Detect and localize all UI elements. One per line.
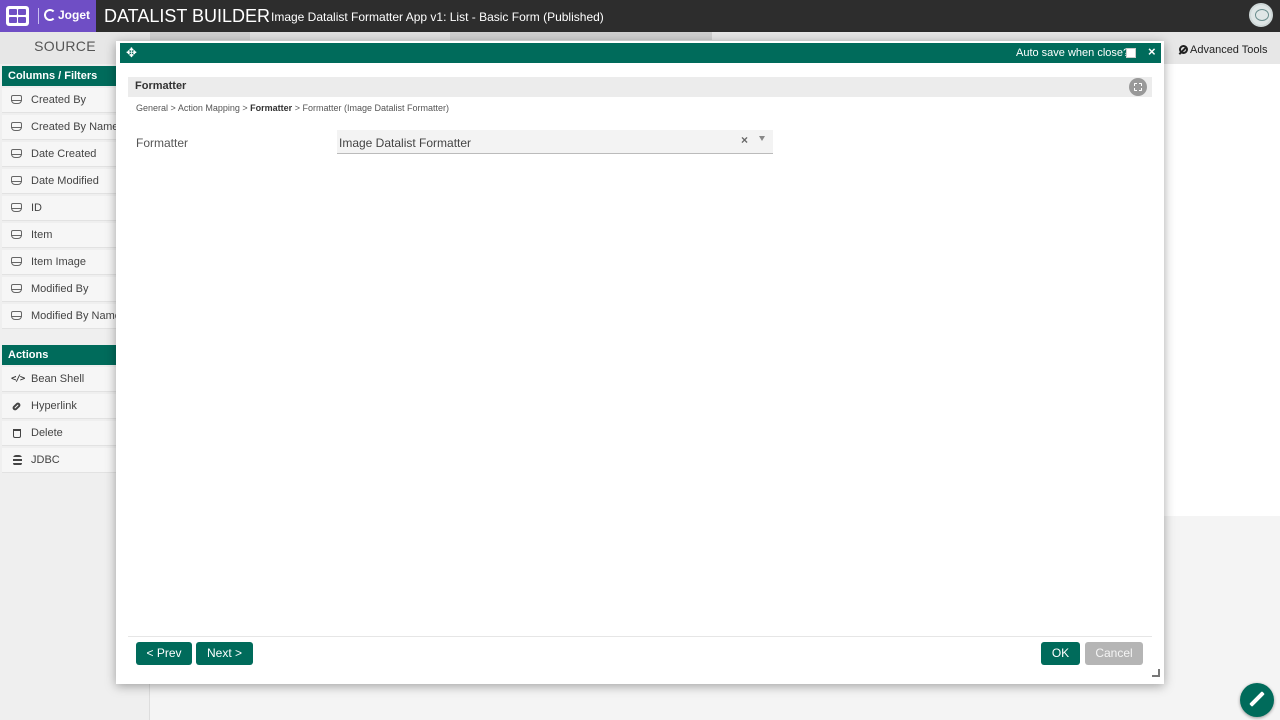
brand-area: Joget xyxy=(0,0,96,32)
palette-item-label: Bean Shell xyxy=(31,373,85,385)
edit-fab-button[interactable] xyxy=(1240,683,1274,717)
clear-selection-icon[interactable]: × xyxy=(741,133,748,147)
palette-item-label: Item xyxy=(31,229,53,241)
formatter-select-value: Image Datalist Formatter xyxy=(339,136,472,150)
canvas-panel xyxy=(1164,64,1280,516)
palette-action-hyperlink[interactable]: Hyperlink xyxy=(2,394,116,419)
column-icon xyxy=(11,284,22,293)
palette-item-label: Created By xyxy=(31,94,87,106)
tab-source[interactable]: SOURCE xyxy=(0,32,130,60)
footer-divider xyxy=(128,636,1152,637)
palette-item-item-image[interactable]: Item Image xyxy=(2,250,116,275)
brand-divider xyxy=(38,8,39,24)
brand-logo-text: Joget xyxy=(58,8,91,22)
palette-item-created-by-name[interactable]: Created By Name xyxy=(2,115,116,140)
panel-header: Formatter xyxy=(128,77,1152,97)
actions-heading: Actions xyxy=(2,345,116,365)
palette-item-created-by[interactable]: Created By xyxy=(2,88,116,113)
tab-strip xyxy=(150,32,712,40)
close-icon[interactable]: × xyxy=(1148,44,1156,60)
palette-action-jdbc[interactable]: JDBC xyxy=(2,448,116,473)
palette-item-label: Delete xyxy=(31,427,63,439)
resize-handle-icon[interactable] xyxy=(1152,669,1160,677)
panel-title: Formatter xyxy=(135,80,187,92)
breadcrumb-separator: > xyxy=(294,103,300,113)
column-icon xyxy=(11,149,22,158)
formatter-select[interactable]: Image Datalist Formatter × xyxy=(337,130,773,154)
palette-action-bean-shell[interactable]: </> Bean Shell xyxy=(2,367,116,392)
palette-item-modified-by[interactable]: Modified By xyxy=(2,277,116,302)
fullscreen-icon[interactable] xyxy=(1129,78,1147,96)
palette-item-id[interactable]: ID xyxy=(2,196,116,221)
palette-item-date-created[interactable]: Date Created xyxy=(2,142,116,167)
palette-item-label: Date Created xyxy=(31,148,97,160)
breadcrumb-item-general[interactable]: General xyxy=(136,103,168,113)
autosave-checkbox[interactable] xyxy=(1126,48,1136,58)
trash-icon xyxy=(13,429,21,438)
breadcrumb-item-formatter-detail[interactable]: Formatter (Image Datalist Formatter) xyxy=(302,103,449,113)
formatter-field-label: Formatter xyxy=(136,136,189,150)
autosave-label: Auto save when close? xyxy=(1016,47,1130,59)
palette-item-label: Date Modified xyxy=(31,175,99,187)
advanced-tools-link[interactable]: Advanced Tools xyxy=(1178,44,1267,56)
wrench-icon xyxy=(1178,44,1188,55)
app-grid-icon[interactable] xyxy=(6,6,29,26)
columns-heading: Columns / Filters xyxy=(2,66,116,86)
column-icon xyxy=(11,230,22,239)
cancel-button[interactable]: Cancel xyxy=(1085,642,1143,665)
user-avatar[interactable] xyxy=(1249,3,1273,27)
app-subtitle: Image Datalist Formatter App v1: List - … xyxy=(271,10,604,24)
link-icon xyxy=(11,401,22,412)
chevron-down-icon[interactable] xyxy=(759,136,765,141)
breadcrumb-separator: > xyxy=(242,103,248,113)
breadcrumb-item-action-mapping[interactable]: Action Mapping xyxy=(178,103,240,113)
joget-logo-icon xyxy=(44,9,56,21)
column-icon xyxy=(11,203,22,212)
ok-button[interactable]: OK xyxy=(1041,642,1080,665)
joget-logo[interactable]: Joget xyxy=(44,8,90,22)
column-icon xyxy=(11,95,22,104)
dialog-title-bar[interactable]: ✥ Auto save when close? × xyxy=(120,43,1161,63)
palette-item-label: Modified By xyxy=(31,283,89,295)
palette-item-label: Modified By Name xyxy=(31,310,116,322)
builder-title: DATALIST BUILDER xyxy=(104,6,271,26)
palette-item-label: JDBC xyxy=(31,454,60,466)
palette-item-modified-by-name[interactable]: Modified By Name xyxy=(2,304,116,329)
advanced-tools-label: Advanced Tools xyxy=(1190,44,1268,56)
palette-item-label: Hyperlink xyxy=(31,400,77,412)
breadcrumb-separator: > xyxy=(170,103,176,113)
breadcrumb-item-formatter[interactable]: Formatter xyxy=(250,103,292,113)
code-icon: </> xyxy=(11,374,25,384)
palette-item-label: ID xyxy=(31,202,42,214)
properties-dialog: ✥ Auto save when close? × Formatter Gene… xyxy=(116,41,1164,684)
top-bar: Joget DATALIST BUILDER Image Datalist Fo… xyxy=(0,0,1280,32)
prev-button[interactable]: < Prev xyxy=(136,642,192,665)
database-icon xyxy=(13,455,22,466)
column-icon xyxy=(11,257,22,266)
move-icon[interactable]: ✥ xyxy=(126,45,137,61)
palette-item-label: Item Image xyxy=(31,256,87,268)
column-icon xyxy=(11,122,22,131)
palette-item-item[interactable]: Item xyxy=(2,223,116,248)
column-icon xyxy=(11,176,22,185)
column-icon xyxy=(11,311,22,320)
palette-item-label: Created By Name xyxy=(31,121,116,133)
breadcrumb: General > Action Mapping > Formatter > F… xyxy=(136,103,449,113)
next-button[interactable]: Next > xyxy=(196,642,253,665)
palette-action-delete[interactable]: Delete xyxy=(2,421,116,446)
palette-item-date-modified[interactable]: Date Modified xyxy=(2,169,116,194)
